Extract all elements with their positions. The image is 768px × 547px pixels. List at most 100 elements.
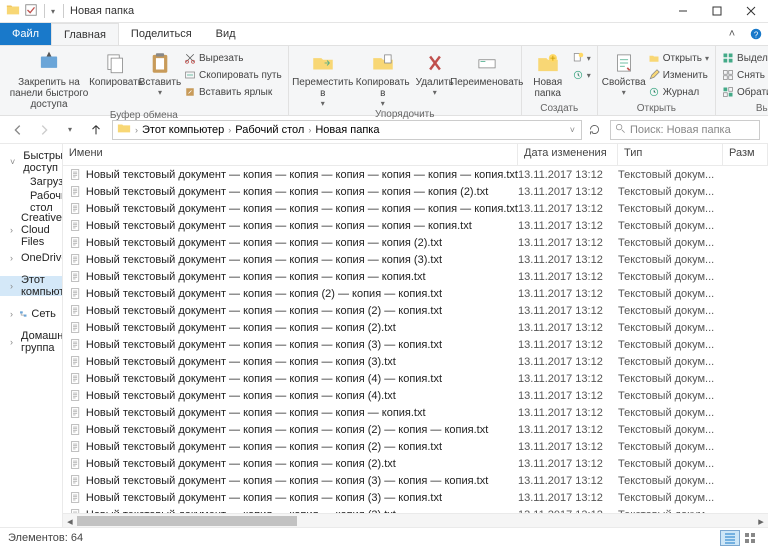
file-name: Новый текстовый документ — копия — копия… [86, 288, 442, 300]
cut-button[interactable]: Вырезать [184, 50, 282, 66]
invert-selection-button[interactable]: Обратить выделение [722, 84, 768, 100]
file-name: Новый текстовый документ — копия — копия… [86, 322, 396, 334]
table-row[interactable]: Новый текстовый документ — копия — копия… [63, 472, 768, 489]
scroll-left-icon[interactable]: ◂ [63, 514, 77, 528]
horizontal-scrollbar[interactable]: ◂ ▸ [63, 513, 768, 527]
chevron-right-icon[interactable]: › [306, 125, 313, 135]
tab-file[interactable]: Файл [0, 23, 51, 45]
address-bar[interactable]: › Этот компьютер › Рабочий стол › Новая … [112, 120, 582, 140]
scroll-right-icon[interactable]: ▸ [754, 514, 768, 528]
sidebar-quick-access[interactable]: ˅Быстрый доступ [0, 152, 62, 172]
column-name[interactable]: Имени [63, 144, 518, 165]
folder-icon [6, 3, 20, 20]
file-type: Текстовый докум... [618, 373, 723, 385]
table-row[interactable]: Новый текстовый документ — копия — копия… [63, 183, 768, 200]
table-row[interactable]: Новый текстовый документ — копия — копия… [63, 268, 768, 285]
select-none-button[interactable]: Снять выделение [722, 67, 768, 83]
breadcrumb-item[interactable]: Рабочий стол [235, 124, 304, 136]
group-new-label: Создать [526, 103, 593, 115]
recent-button[interactable]: ▾ [60, 120, 80, 140]
ribbon: Закрепить на панели быстрого доступа Коп… [0, 46, 768, 116]
sidebar-downloads[interactable]: Загрузки [0, 172, 62, 192]
file-date: 13.11.2017 13:12 [518, 186, 618, 198]
sidebar-network[interactable]: ›Сеть [0, 304, 62, 324]
group-open-label: Открыть [602, 103, 711, 115]
sidebar-ccf[interactable]: ›Creative Cloud Files [0, 220, 62, 240]
qat-dropdown[interactable]: ▾ [51, 7, 55, 16]
table-row[interactable]: Новый текстовый документ — копия — копия… [63, 404, 768, 421]
chevron-right-icon[interactable]: › [226, 125, 233, 135]
ribbon-collapse-icon[interactable]: ˄ [720, 23, 744, 45]
file-name: Новый текстовый документ — копия — копия… [86, 220, 472, 232]
file-name: Новый текстовый документ — копия — копия… [86, 441, 442, 453]
move-to-button[interactable]: Переместить в▾ [293, 48, 353, 109]
table-row[interactable]: Новый текстовый документ — копия — копия… [63, 455, 768, 472]
table-row[interactable]: Новый текстовый документ — копия — копия… [63, 319, 768, 336]
edit-button[interactable]: Изменить [648, 67, 709, 83]
table-row[interactable]: Новый текстовый документ — копия — копия… [63, 506, 768, 513]
forward-button[interactable] [34, 120, 54, 140]
open-button[interactable]: Открыть▾ [648, 50, 709, 66]
file-type: Текстовый докум... [618, 322, 723, 334]
copy-to-button[interactable]: Копировать в▾ [353, 48, 413, 109]
sidebar-thispc[interactable]: ›Этот компьютер [0, 276, 62, 296]
file-list[interactable]: Новый текстовый документ — копия — копия… [63, 166, 768, 513]
breadcrumb-item[interactable]: Новая папка [315, 124, 379, 136]
scroll-thumb[interactable] [77, 516, 297, 526]
table-row[interactable]: Новый текстовый документ — копия — копия… [63, 370, 768, 387]
table-row[interactable]: Новый текстовый документ — копия — копия… [63, 353, 768, 370]
file-type: Текстовый докум... [618, 203, 723, 215]
paste-shortcut-button[interactable]: Вставить ярлык [184, 84, 282, 100]
refresh-button[interactable] [584, 120, 604, 140]
address-dropdown[interactable]: ˅ [568, 125, 577, 135]
item-count: 64 [71, 532, 83, 544]
file-name: Новый текстовый документ — копия — копия… [86, 458, 396, 470]
column-type[interactable]: Тип [618, 144, 723, 165]
table-row[interactable]: Новый текстовый документ — копия — копия… [63, 438, 768, 455]
select-all-button[interactable]: Выделить все [722, 50, 768, 66]
table-row[interactable]: Новый текстовый документ — копия — копия… [63, 336, 768, 353]
search-input[interactable]: Поиск: Новая папка [610, 120, 760, 140]
table-row[interactable]: Новый текстовый документ — копия — копия… [63, 166, 768, 183]
table-row[interactable]: Новый текстовый документ — копия — копия… [63, 217, 768, 234]
properties-button[interactable]: Свойства▾ [602, 48, 646, 98]
sidebar-homegroup[interactable]: ›Домашняя группа [0, 332, 62, 352]
copy-button[interactable]: Копировать [94, 48, 138, 88]
large-icons-view-button[interactable] [740, 530, 760, 546]
minimize-button[interactable] [666, 0, 700, 23]
breadcrumb-item[interactable]: Этот компьютер [142, 124, 224, 136]
table-row[interactable]: Новый текстовый документ — копия — копия… [63, 302, 768, 319]
sidebar-onedrive[interactable]: ›OneDrive [0, 248, 62, 268]
easy-access-button[interactable]: ▾ [572, 67, 591, 83]
column-size[interactable]: Разм [723, 144, 768, 165]
copy-path-button[interactable]: Скопировать путь [184, 67, 282, 83]
table-row[interactable]: Новый текстовый документ — копия — копия… [63, 251, 768, 268]
new-folder-button[interactable]: Новая папка [526, 48, 570, 99]
sidebar-desktop[interactable]: Рабочий стол [0, 192, 62, 212]
table-row[interactable]: Новый текстовый документ — копия — копия… [63, 234, 768, 251]
table-row[interactable]: Новый текстовый документ — копия — копия… [63, 489, 768, 506]
back-button[interactable] [8, 120, 28, 140]
column-date[interactable]: Дата изменения [518, 144, 618, 165]
help-icon[interactable]: ? [744, 23, 768, 45]
pin-quickaccess-button[interactable]: Закрепить на панели быстрого доступа [4, 48, 94, 110]
up-button[interactable] [86, 120, 106, 140]
tab-share[interactable]: Поделиться [119, 23, 204, 45]
paste-button[interactable]: Вставить ▾ [138, 48, 182, 98]
table-row[interactable]: Новый текстовый документ — копия — копия… [63, 200, 768, 217]
new-item-button[interactable]: ▾ [572, 50, 591, 66]
table-row[interactable]: Новый текстовый документ — копия — копия… [63, 421, 768, 438]
rename-button[interactable]: Переименовать [457, 48, 517, 88]
chevron-right-icon[interactable]: › [133, 125, 140, 135]
table-row[interactable]: Новый текстовый документ — копия — копия… [63, 285, 768, 302]
table-row[interactable]: Новый текстовый документ — копия — копия… [63, 387, 768, 404]
details-view-button[interactable] [720, 530, 740, 546]
maximize-button[interactable] [700, 0, 734, 23]
tab-view[interactable]: Вид [204, 23, 248, 45]
quick-check-icon[interactable] [24, 3, 38, 20]
file-date: 13.11.2017 13:12 [518, 254, 618, 266]
delete-button[interactable]: Удалить▾ [413, 48, 457, 98]
history-button[interactable]: Журнал [648, 84, 709, 100]
tab-home[interactable]: Главная [51, 23, 119, 45]
close-button[interactable] [734, 0, 768, 23]
